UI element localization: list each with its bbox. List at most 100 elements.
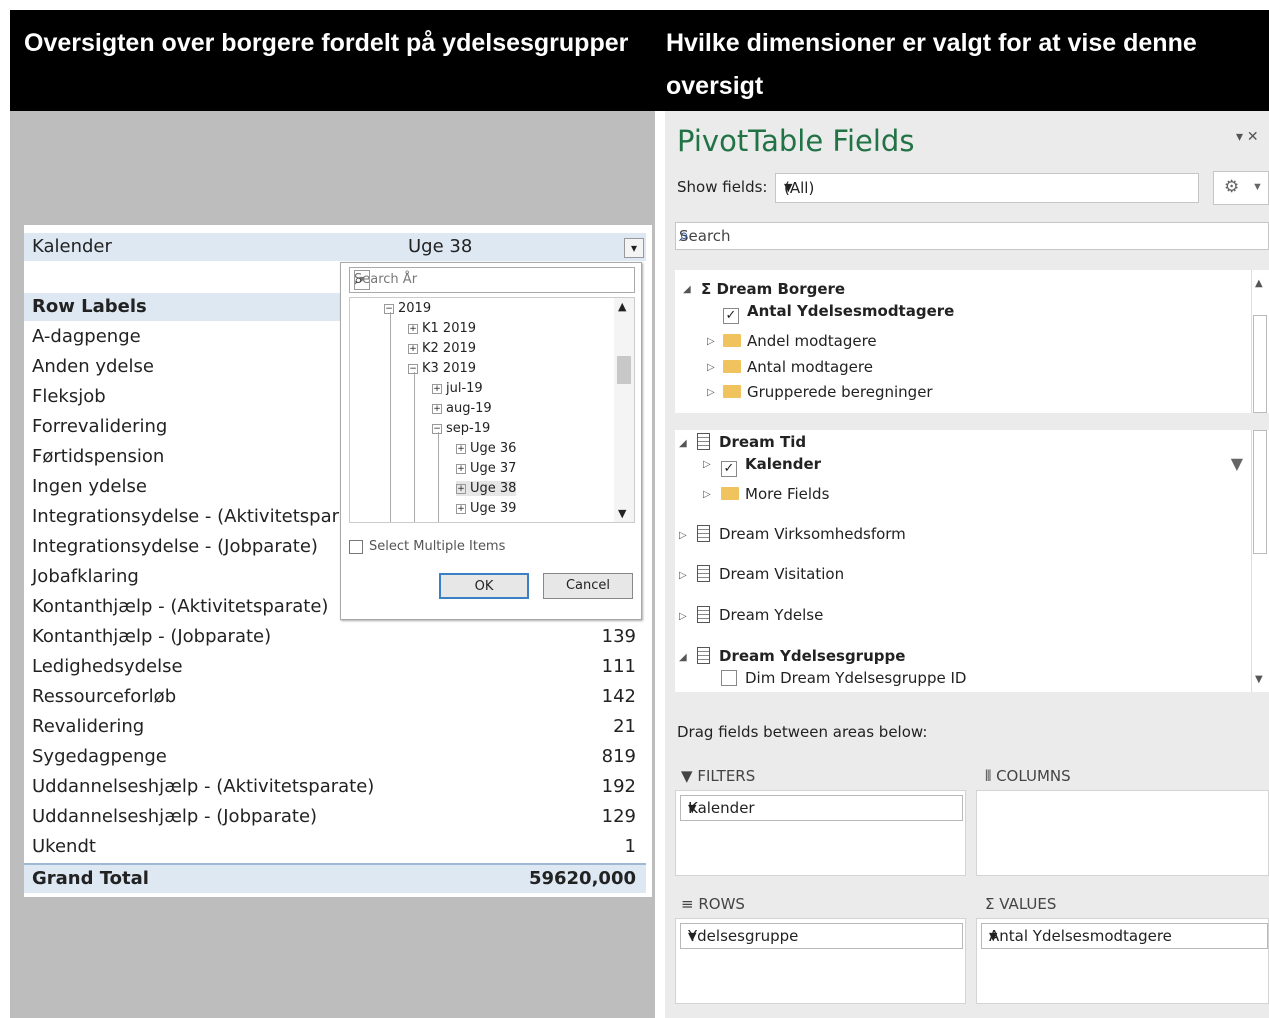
expand-icon[interactable]: ▷ xyxy=(707,336,715,347)
expand-icon[interactable]: ▷ xyxy=(679,570,687,581)
field-kalender[interactable]: ✓ Kalender xyxy=(721,455,821,477)
scroll-down-icon[interactable]: ▼ xyxy=(618,507,626,520)
table-row[interactable]: Ressourceforløb 142 xyxy=(24,683,646,713)
scroll-thumb[interactable] xyxy=(617,356,631,384)
table-row[interactable]: Uddannelseshjælp - (Aktivitetsparate) 192 xyxy=(24,773,646,803)
columns-area-title: ⫴ COLUMNS xyxy=(985,767,1071,785)
table-row[interactable]: Kontanthjælp - (Jobparate) 139 xyxy=(24,623,646,653)
rows-chip-ydelsesgruppe[interactable]: Ydelsesgruppe ▼ xyxy=(680,923,963,949)
field-list-scrollbar[interactable]: ▲ xyxy=(1251,270,1269,413)
table-dream-ydelsesgruppe[interactable]: Dream Ydelsesgruppe xyxy=(697,647,905,665)
tree-item[interactable]: + Uge 36 xyxy=(456,441,516,456)
checkbox-icon[interactable] xyxy=(349,539,363,554)
expand-icon[interactable]: ▷ xyxy=(703,489,711,500)
expand-icon[interactable]: ▷ xyxy=(679,530,687,541)
tree-item[interactable]: + Uge 39 xyxy=(456,501,516,516)
collapse-icon[interactable]: ◢ xyxy=(683,284,691,295)
tree-scrollbar[interactable]: ▲ ▼ xyxy=(614,298,634,522)
pane-options-icon[interactable]: ▾ ✕ xyxy=(1236,128,1259,145)
field-group-dream-borgere[interactable]: Σ Dream Borgere xyxy=(701,280,845,298)
tree-item[interactable]: + K1 2019 xyxy=(408,321,476,336)
expand-icon[interactable]: + xyxy=(408,343,418,354)
expand-icon[interactable]: + xyxy=(432,383,442,394)
folder-andel-modtagere[interactable]: Andel modtagere xyxy=(723,332,877,350)
table-row[interactable]: Ledighedsydelse 111 xyxy=(24,653,646,683)
filter-icon: ▼ xyxy=(681,767,698,785)
tree-item[interactable]: − K3 2019 xyxy=(408,361,476,376)
chevron-down-icon[interactable]: ▼ xyxy=(688,802,950,815)
table-dream-ydelse[interactable]: Dream Ydelse xyxy=(697,606,823,624)
select-multiple-checkbox[interactable]: Select Multiple Items xyxy=(349,539,505,554)
collapse-icon[interactable]: − xyxy=(408,363,418,374)
expand-icon[interactable]: ▷ xyxy=(707,387,715,398)
columns-area[interactable] xyxy=(976,790,1269,876)
scroll-up-icon[interactable]: ▲ xyxy=(618,300,626,313)
pivot-filter-row: Kalender Uge 38 ▾ xyxy=(24,233,646,261)
checkbox-checked-icon[interactable]: ✓ xyxy=(721,461,737,477)
cancel-button[interactable]: Cancel xyxy=(543,573,633,599)
expand-icon[interactable]: ▷ xyxy=(703,459,711,470)
more-fields[interactable]: More Fields xyxy=(721,485,829,503)
expand-icon[interactable]: + xyxy=(432,403,442,414)
expand-icon[interactable]: + xyxy=(456,463,466,474)
table-dream-tid[interactable]: Dream Tid xyxy=(697,433,806,451)
tree-item[interactable]: −2019 xyxy=(384,301,431,316)
folder-icon xyxy=(723,360,741,373)
tree-item-selected[interactable]: + Uge 38 xyxy=(456,481,517,496)
checkbox-checked-icon[interactable]: ✓ xyxy=(723,308,739,324)
table-dream-visitation[interactable]: Dream Visitation xyxy=(697,565,844,583)
tree-item[interactable]: − sep-19 xyxy=(432,421,490,436)
popup-search-input[interactable]: Search År ⌕ ▾ xyxy=(349,267,635,293)
chevron-down-icon[interactable]: ▾ xyxy=(354,270,370,290)
expand-icon[interactable]: + xyxy=(456,443,466,454)
field-search-input[interactable]: Search ⌕ xyxy=(675,222,1269,250)
folder-grupperede-beregninger[interactable]: Grupperede beregninger xyxy=(723,383,933,401)
collapse-icon[interactable]: − xyxy=(432,423,442,434)
collapse-icon[interactable]: ◢ xyxy=(679,652,687,663)
checkbox-icon[interactable] xyxy=(721,670,737,686)
collapse-icon[interactable]: − xyxy=(384,303,394,314)
sigma-icon: Σ xyxy=(985,895,1000,913)
expand-icon[interactable]: ▷ xyxy=(707,362,715,373)
values-chip-antal-ydelsesmodtagere[interactable]: Antal Ydelsesmodtagere ▼ xyxy=(981,923,1268,949)
expand-icon[interactable]: + xyxy=(456,503,466,514)
folder-antal-modtagere[interactable]: Antal modtagere xyxy=(723,358,873,376)
expand-icon[interactable]: + xyxy=(408,323,418,334)
row-labels-header: Row Labels xyxy=(24,293,344,321)
search-icon: ⌕ xyxy=(679,225,690,246)
scroll-thumb[interactable] xyxy=(1253,315,1267,413)
tree-item[interactable]: + K2 2019 xyxy=(408,341,476,356)
sigma-icon: Σ xyxy=(701,280,717,298)
table-dream-virksomhedsform[interactable]: Dream Virksomhedsform xyxy=(697,525,906,543)
left-header: Oversigten over borgere fordelt på ydels… xyxy=(10,10,656,111)
table-row[interactable]: Revalidering 21 xyxy=(24,713,646,743)
table-row[interactable]: Uddannelseshjælp - (Jobparate) 129 xyxy=(24,803,646,833)
chevron-down-icon[interactable]: ▼ xyxy=(989,930,1255,943)
expand-icon[interactable]: ▷ xyxy=(679,611,687,622)
tree-item[interactable]: + Uge 37 xyxy=(456,461,516,476)
tree-item[interactable]: + aug-19 xyxy=(432,401,492,416)
field-list-scrollbar-lower[interactable]: ▼ xyxy=(1251,430,1269,692)
scroll-thumb[interactable] xyxy=(1253,430,1267,554)
filters-chip-kalender[interactable]: Kalender ▼ xyxy=(680,795,963,821)
values-area[interactable]: Antal Ydelsesmodtagere ▼ xyxy=(976,918,1269,1004)
table-row[interactable]: Ukendt 1 xyxy=(24,833,646,863)
scroll-down-icon[interactable]: ▼ xyxy=(1255,674,1263,685)
date-tree: −2019 + K1 2019 + K2 2019 − K3 2019 + jul-19… xyxy=(349,297,635,523)
filters-area[interactable]: Kalender ▼ xyxy=(675,790,966,876)
expand-icon[interactable]: + xyxy=(456,483,466,494)
filter-dropdown-icon[interactable]: ▾ xyxy=(624,238,644,258)
scroll-up-icon[interactable]: ▲ xyxy=(1255,278,1263,289)
settings-button[interactable]: ⚙ ▼ xyxy=(1213,171,1269,205)
collapse-icon[interactable]: ◢ xyxy=(679,438,687,449)
tree-item[interactable]: + jul-19 xyxy=(432,381,483,396)
table-row[interactable]: Sygedagpenge 819 xyxy=(24,743,646,773)
show-fields-select[interactable]: (All) ▼ xyxy=(775,173,1199,203)
drag-fields-label: Drag fields between areas below: xyxy=(677,723,928,741)
field-dim-dream-ydelsesgruppe-id[interactable]: Dim Dream Ydelsesgruppe ID xyxy=(721,669,966,687)
rows-area[interactable]: Ydelsesgruppe ▼ xyxy=(675,918,966,1004)
field-antal-ydelsesmodtagere[interactable]: ✓ Antal Ydelsesmodtagere xyxy=(723,302,954,324)
ok-button[interactable]: OK xyxy=(439,573,529,599)
chevron-down-icon[interactable]: ▼ xyxy=(688,930,950,943)
search-icon: ⌕ xyxy=(354,270,363,289)
